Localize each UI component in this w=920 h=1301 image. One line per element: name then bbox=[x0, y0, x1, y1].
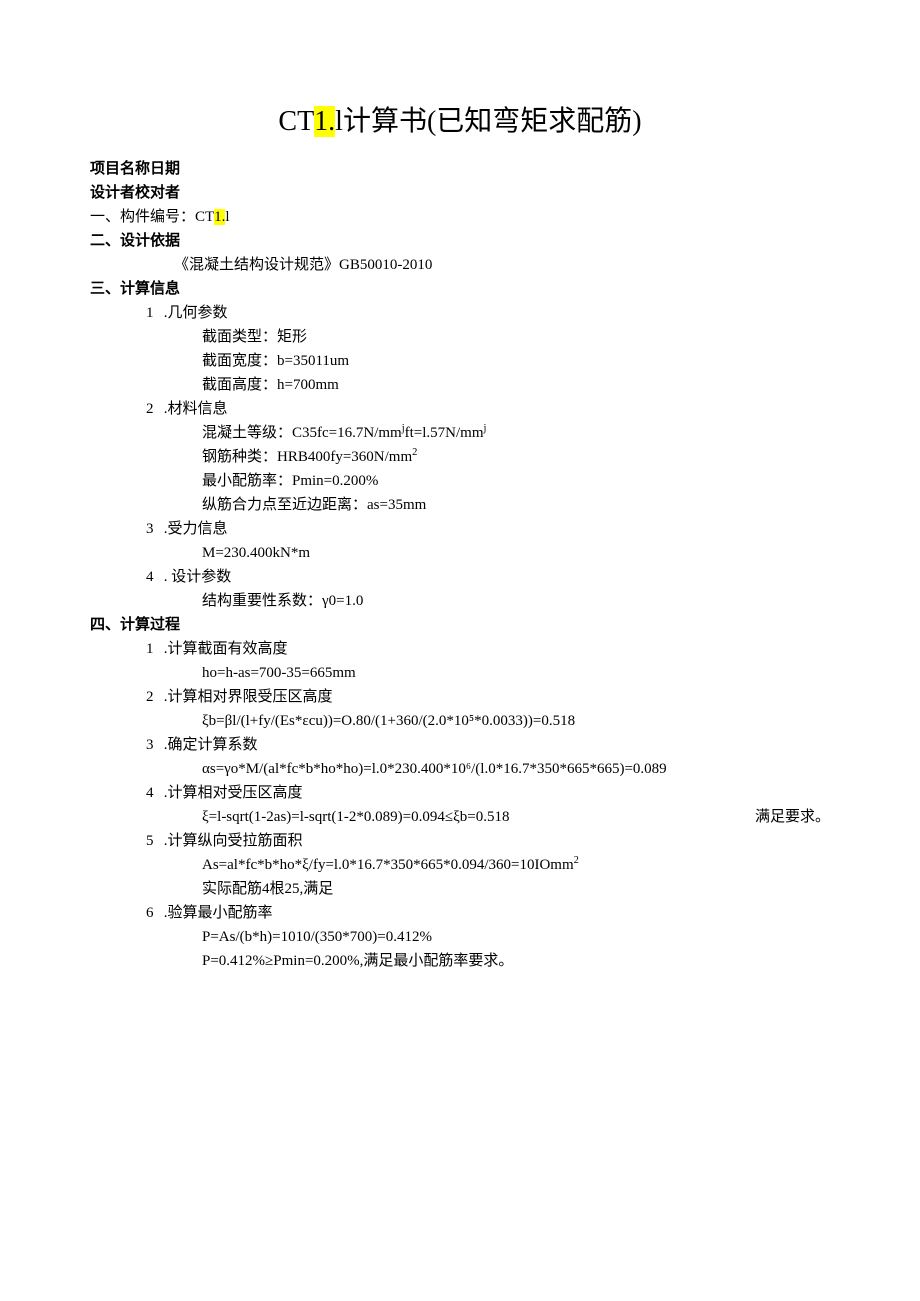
sec4-item2-a: ξb=βl/(l+fy/(Es*εcu))=O.80/(1+360/(2.0*1… bbox=[90, 709, 830, 733]
sec3-item2-num: 2 bbox=[146, 397, 160, 421]
sec4-item5-a: As=al*fc*b*ho*ξ/fy=l.0*16.7*350*665*0.09… bbox=[90, 853, 830, 877]
sec4-item1-text: .计算截面有效高度 bbox=[164, 641, 288, 657]
sec3-item3-a: M=230.400kN*m bbox=[90, 541, 830, 565]
section-1-highlight: 1. bbox=[214, 209, 225, 225]
sec3-item4-num: 4 bbox=[146, 565, 160, 589]
sec3-item1: 1 .几何参数 bbox=[90, 301, 830, 325]
sec4-item3-a: αs=γo*M/(al*fc*b*ho*ho)=l.0*230.400*10⁶/… bbox=[90, 757, 830, 781]
sec4-item4-text: .计算相对受压区高度 bbox=[164, 785, 303, 801]
sec4-item6: 6 .验算最小配筋率 bbox=[90, 901, 830, 925]
document-title: CT1.l计算书(已知弯矩求配筋) bbox=[90, 100, 830, 145]
sec4-item1-a: ho=h-as=700-35=665mm bbox=[90, 661, 830, 685]
sup-2a: 2 bbox=[412, 447, 417, 458]
section-1-tail: l bbox=[225, 209, 229, 225]
sec4-item2-text: .计算相对界限受压区高度 bbox=[164, 689, 333, 705]
sup-2b: 2 bbox=[574, 855, 579, 866]
sec4-item5-num: 5 bbox=[146, 829, 160, 853]
section-2-heading: 二、设计依据 bbox=[90, 229, 830, 253]
sec3-item4-a: 结构重要性系数：γ0=1.0 bbox=[90, 589, 830, 613]
section-1-component-id: 一、构件编号：CT1.l bbox=[90, 205, 830, 229]
sup-j2: j bbox=[484, 423, 487, 434]
title-highlight: 1. bbox=[314, 106, 335, 137]
sec3-item2-b-text: 钢筋种类：HRB400fy=360N/mm bbox=[202, 449, 412, 465]
sec4-item3-num: 3 bbox=[146, 733, 160, 757]
sec3-item1-c: 截面高度：h=700mm bbox=[90, 373, 830, 397]
title-suffix: l计算书(已知弯矩求配筋) bbox=[335, 106, 641, 137]
sec3-item4: 4 . 设计参数 bbox=[90, 565, 830, 589]
sec4-item1: 1 .计算截面有效高度 bbox=[90, 637, 830, 661]
sec3-item3-num: 3 bbox=[146, 517, 160, 541]
sec4-item6-b: P=0.412%≥Pmin=0.200%,满足最小配筋率要求。 bbox=[90, 949, 830, 973]
sec4-item5-a-text: As=al*fc*b*ho*ξ/fy=l.0*16.7*350*665*0.09… bbox=[202, 857, 574, 873]
sec4-item4-a: ξ=l-sqrt(1-2as)=l-sqrt(1-2*0.089)=0.094≤… bbox=[202, 805, 510, 829]
sec4-item4: 4 .计算相对受压区高度 bbox=[90, 781, 830, 805]
title-prefix: CT bbox=[278, 106, 314, 137]
sec4-item5-text: .计算纵向受拉筋面积 bbox=[164, 833, 303, 849]
sec3-item2-c: 最小配筋率：Pmin=0.200% bbox=[90, 469, 830, 493]
sec3-item3: 3 .受力信息 bbox=[90, 517, 830, 541]
sec4-item3-text: .确定计算系数 bbox=[164, 737, 258, 753]
sec3-item1-text: .几何参数 bbox=[164, 305, 228, 321]
section-4-heading: 四、计算过程 bbox=[90, 613, 830, 637]
sec3-item2-text: .材料信息 bbox=[164, 401, 228, 417]
sec4-item5-b: 实际配筋4根25,满足 bbox=[90, 877, 830, 901]
sec4-item4-r: 满足要求。 bbox=[755, 805, 830, 829]
sec3-item2-a-pre: 混凝土等级：C35fc=16.7N/mm bbox=[202, 425, 402, 441]
sec4-item6-a: P=As/(b*h)=1010/(350*700)=0.412% bbox=[90, 925, 830, 949]
designer-checker-line: 设计者校对者 bbox=[90, 181, 830, 205]
sec3-item3-text: .受力信息 bbox=[164, 521, 228, 537]
section-1-label: 一、构件编号：CT bbox=[90, 209, 214, 225]
sec3-item2: 2 .材料信息 bbox=[90, 397, 830, 421]
sec4-item4-num: 4 bbox=[146, 781, 160, 805]
sec4-item4-a-line: ξ=l-sqrt(1-2as)=l-sqrt(1-2*0.089)=0.094≤… bbox=[90, 805, 830, 829]
sec3-item1-a: 截面类型：矩形 bbox=[90, 325, 830, 349]
sec3-item2-a: 混凝土等级：C35fc=16.7N/mmjft=l.57N/mmj bbox=[90, 421, 830, 445]
sec3-item2-d: 纵筋合力点至近边距离：as=35mm bbox=[90, 493, 830, 517]
sec4-item5: 5 .计算纵向受拉筋面积 bbox=[90, 829, 830, 853]
sec4-item6-text: .验算最小配筋率 bbox=[164, 905, 273, 921]
sec4-item3: 3 .确定计算系数 bbox=[90, 733, 830, 757]
sec4-item6-num: 6 bbox=[146, 901, 160, 925]
sec3-item2-b: 钢筋种类：HRB400fy=360N/mm2 bbox=[90, 445, 830, 469]
sec3-item1-b: 截面宽度：b=35011um bbox=[90, 349, 830, 373]
sec3-item4-text: . 设计参数 bbox=[164, 569, 232, 585]
section-3-heading: 三、计算信息 bbox=[90, 277, 830, 301]
sec4-item2: 2 .计算相对界限受压区高度 bbox=[90, 685, 830, 709]
sec3-item2-a-mid: ft=l.57N/mm bbox=[405, 425, 484, 441]
section-2-item: 《混凝土结构设计规范》GB50010-2010 bbox=[90, 253, 830, 277]
project-date-line: 项目名称日期 bbox=[90, 157, 830, 181]
sec4-item1-num: 1 bbox=[146, 637, 160, 661]
sec3-item1-num: 1 bbox=[146, 301, 160, 325]
sec4-item2-num: 2 bbox=[146, 685, 160, 709]
